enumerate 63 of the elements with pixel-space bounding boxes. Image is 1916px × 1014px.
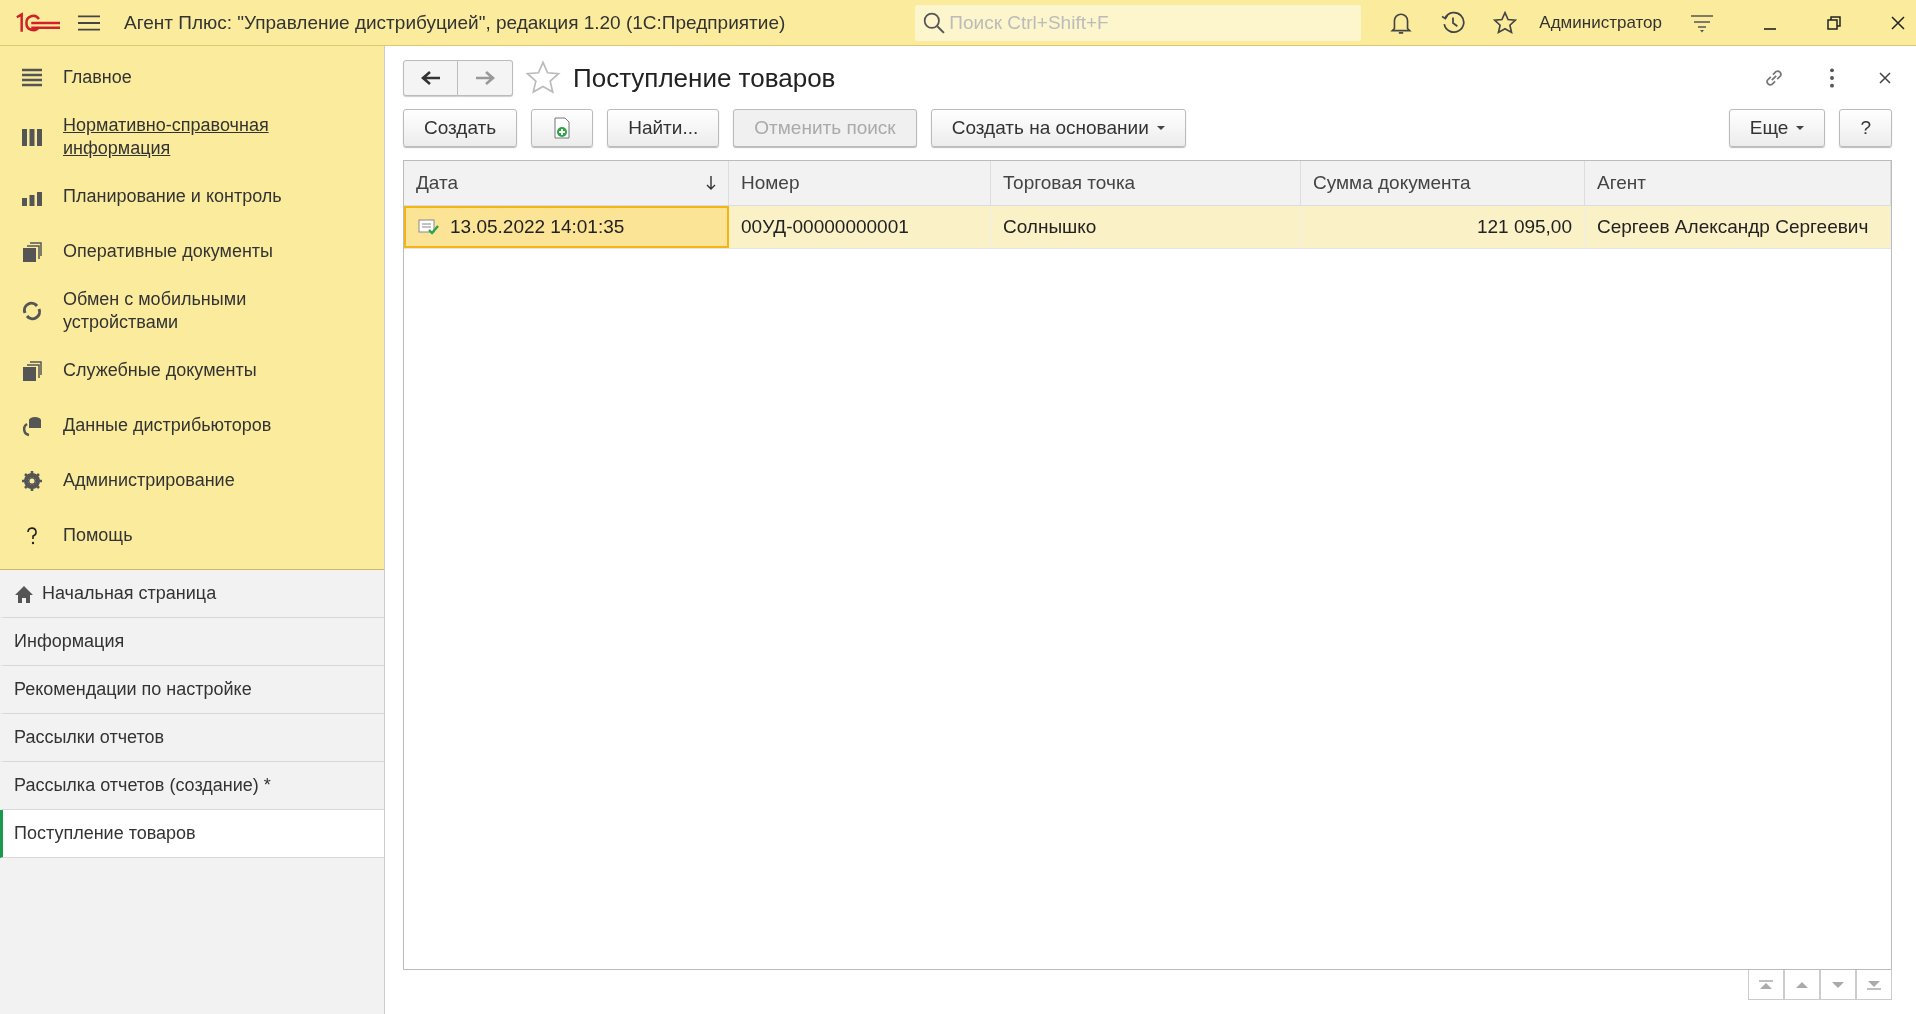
documents-icon: [21, 359, 43, 382]
column-header[interactable]: Дата: [404, 161, 729, 206]
open-window-item[interactable]: Начальная страница: [0, 570, 384, 618]
caret-icon: [1796, 126, 1805, 130]
back-button[interactable]: [403, 60, 458, 96]
section-item[interactable]: Помощь: [0, 508, 384, 563]
open-window-item[interactable]: Рекомендации по настройке: [0, 666, 384, 714]
menu-icon[interactable]: [78, 13, 100, 32]
section-item[interactable]: Обмен с мобильными устройствами: [0, 279, 384, 343]
double-up-icon: [1758, 979, 1774, 990]
double-down-icon: [1866, 979, 1882, 990]
open-window-item[interactable]: Поступление товаров: [0, 810, 384, 858]
toolbar-button[interactable]: Найти...: [607, 109, 720, 147]
table-cell: Сергеев Александр Сергеевич: [1585, 206, 1891, 248]
window-title: Агент Плюс: "Управление дистрибуцией", редакция 1.20 (1С:Предприятие): [124, 11, 786, 34]
column-header[interactable]: Номер: [729, 161, 991, 206]
column-header[interactable]: Сумма документа: [1301, 161, 1585, 206]
open-window-item[interactable]: Информация: [0, 618, 384, 666]
database-icon: [21, 414, 43, 437]
table-cell: 121 095,00: [1301, 206, 1585, 248]
more-button[interactable]: Еще: [1728, 109, 1826, 147]
toolbar-button[interactable]: Создать на основании: [930, 109, 1186, 147]
section-item[interactable]: Планирование и контроль: [0, 169, 384, 224]
up-icon: [1794, 979, 1810, 990]
home-icon: [14, 584, 34, 603]
column-header[interactable]: Агент: [1585, 161, 1891, 206]
open-window-item[interactable]: Рассылки отчетов: [0, 714, 384, 762]
table-cell: 00УД-00000000001: [729, 206, 991, 248]
section-item[interactable]: Служебные документы: [0, 343, 384, 398]
section-item[interactable]: Администрирование: [0, 453, 384, 508]
logo-icon: [14, 10, 60, 35]
restore-icon[interactable]: [1826, 14, 1842, 31]
user-name[interactable]: Администратор: [1539, 12, 1662, 33]
section-item[interactable]: Главное: [0, 50, 384, 105]
form-title: Поступление товаров: [573, 62, 836, 94]
search-field[interactable]: Поиск Ctrl+Shift+F: [915, 4, 1362, 41]
sync-icon: [21, 300, 43, 322]
close-icon[interactable]: [1890, 14, 1906, 31]
section-item[interactable]: Данные дистрибьюторов: [0, 398, 384, 453]
toolbar-button[interactable]: Создать: [403, 109, 518, 147]
add-document-button[interactable]: [531, 109, 594, 147]
history-icon[interactable]: [1441, 10, 1466, 35]
documents-icon: [21, 240, 43, 263]
table-row[interactable]: 13.05.2022 14:01:35 00УД-00000000001 Солнышко 121 095,00 Сергеев Александр Сергеевич: [404, 206, 1891, 249]
arrow-left-icon: [419, 71, 442, 85]
gear-icon: [21, 469, 43, 492]
down-icon: [1830, 979, 1846, 990]
sort-descending-icon: [706, 175, 716, 191]
table-cell: 13.05.2022 14:01:35: [404, 206, 729, 248]
search-icon: [923, 11, 946, 34]
add-document-icon: [552, 117, 573, 139]
list-icon: [21, 66, 43, 89]
star-icon[interactable]: [525, 60, 561, 96]
table-cell: Солнышко: [991, 206, 1301, 248]
section-item[interactable]: Нормативно-справочная информация: [0, 105, 384, 169]
star-icon[interactable]: [1493, 10, 1518, 35]
columns-icon: [21, 126, 43, 148]
help-button[interactable]: ?: [1839, 109, 1892, 147]
section-item[interactable]: Оперативные документы: [0, 224, 384, 279]
arrow-right-icon: [474, 71, 496, 85]
close-icon[interactable]: [1878, 71, 1892, 85]
column-header[interactable]: Торговая точка: [991, 161, 1301, 206]
caret-icon: [1156, 126, 1165, 130]
